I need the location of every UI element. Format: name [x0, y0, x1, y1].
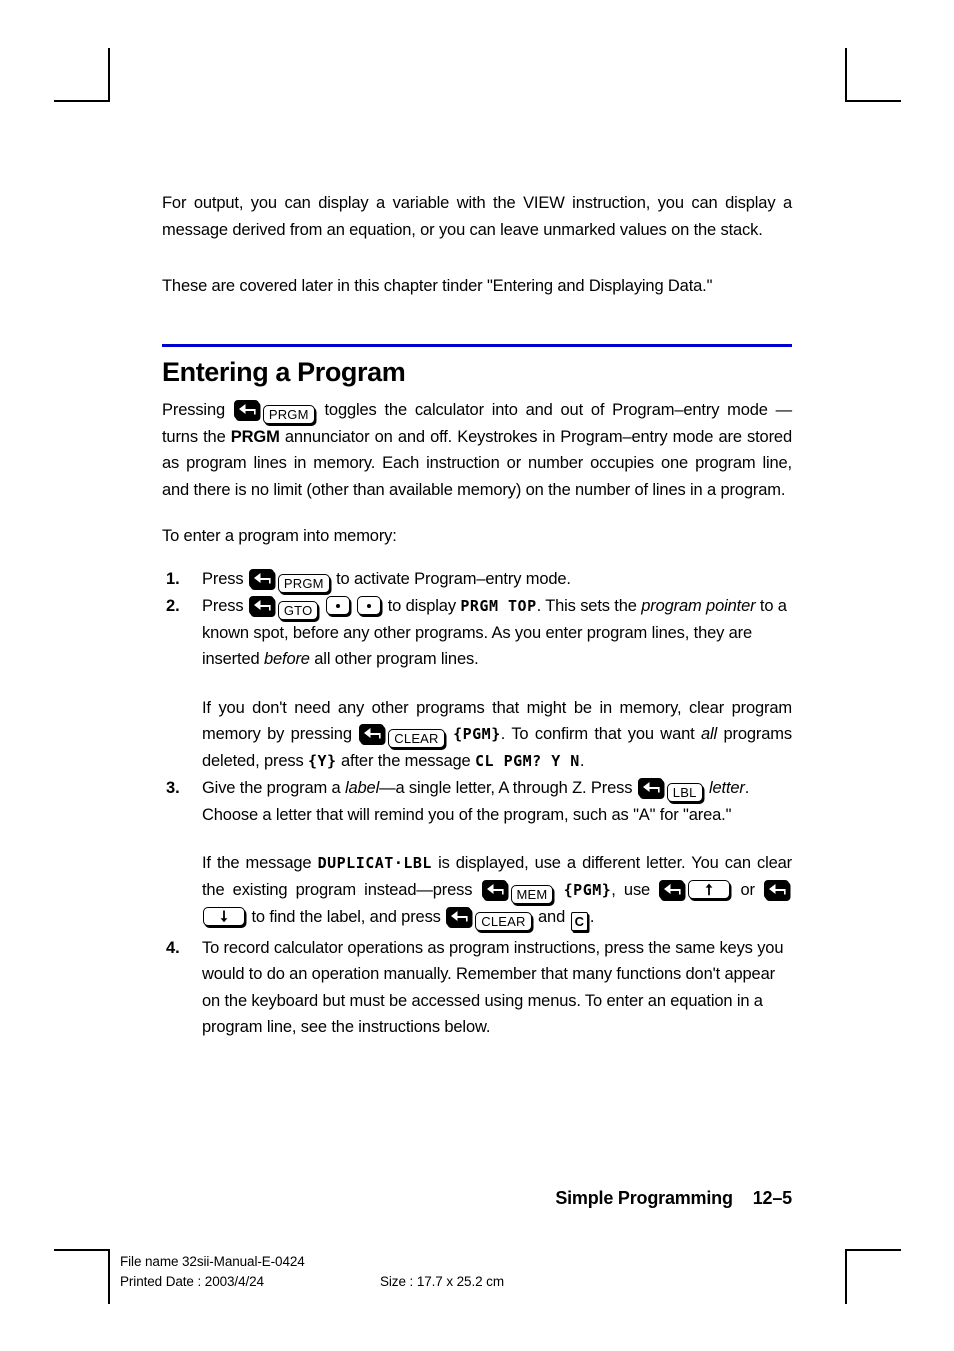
intro-paragraph-2: These are covered later in this chapter … — [162, 277, 713, 295]
step3-sub-text-1: If the message — [202, 854, 312, 872]
left-shift-key-icon[interactable] — [481, 879, 507, 899]
step-number: 4. — [166, 938, 180, 957]
step2-sub-text-5: . — [579, 752, 585, 770]
step3-sub-text-3: , use — [611, 880, 651, 899]
page-title: Entering a Program — [162, 356, 406, 387]
label-emphasis: label — [344, 778, 380, 797]
step3-subparagraph: If the message DUPLICAT·LBL is displayed… — [202, 850, 792, 931]
crop-mark-top-right-horizontal — [845, 100, 901, 102]
step3-sub-text-6: and — [538, 907, 566, 926]
production-footer: File name 32sii-Manual-E-0424 Printed Da… — [120, 1252, 504, 1292]
left-shift-key-icon[interactable] — [764, 879, 790, 899]
clear-key[interactable]: CLEAR — [475, 911, 532, 931]
production-file-name: File name 32sii-Manual-E-0424 — [120, 1254, 305, 1269]
steps-list: 1. Press PRGM to activate Program–entry … — [162, 566, 792, 1041]
crop-mark-top-left-horizontal — [54, 100, 110, 102]
decimal-point-key[interactable] — [325, 595, 350, 615]
step-number: 1. — [166, 569, 180, 588]
left-shift-key-icon[interactable] — [248, 595, 274, 615]
step2-subparagraph: If you don't need any other programs tha… — [202, 695, 792, 775]
mem-key[interactable]: MEM — [510, 884, 554, 904]
program-pointer-emphasis: program pointer — [641, 596, 756, 615]
lbl-key[interactable]: LBL — [666, 782, 703, 802]
left-shift-key-icon[interactable] — [446, 906, 472, 926]
crop-mark-bottom-left-vertical — [108, 1250, 110, 1304]
production-footer-row-2: Printed Date : 2003/4/24 Size : 17.7 x 2… — [120, 1272, 504, 1292]
all-emphasis: all — [701, 725, 718, 743]
letter-emphasis: letter — [708, 778, 745, 797]
step2-text-3: . This sets the — [536, 596, 637, 615]
lcd-pgm-menu: {PGM} — [453, 725, 501, 743]
step3-sub-text-4: or — [740, 880, 755, 899]
lcd-pgm-menu: {PGM} — [563, 880, 612, 899]
left-shift-key-icon[interactable] — [637, 777, 663, 797]
step-number: 2. — [166, 596, 180, 615]
crop-mark-top-right-vertical — [845, 48, 847, 102]
crop-mark-bottom-right-horizontal — [845, 1249, 901, 1251]
footer-chapter-title: Simple Programming — [555, 1188, 733, 1208]
step1-text-2: to activate Program–entry mode. — [336, 569, 571, 588]
step3-text-1: Give the program a — [202, 778, 341, 797]
step2-sub-text-2: . To confirm that you want — [500, 725, 695, 743]
step3-sub-text-7: . — [589, 907, 595, 926]
list-item: 2. Press GTO to display PRGM TOP. This s… — [162, 593, 792, 775]
step3-text-2: —a single letter, A through Z. Press — [379, 778, 633, 797]
page-content: For output, you can display a variable w… — [162, 190, 792, 1041]
list-intro-text: To enter a program into memory: — [162, 527, 397, 545]
step1-text-1: Press — [202, 569, 244, 588]
lcd-prgm-top: PRGM TOP — [460, 596, 537, 615]
lcd-y-key: {Y} — [308, 752, 337, 770]
page-footer: Simple Programming 12–5 — [162, 1188, 792, 1209]
footer-page-number: 12–5 — [752, 1188, 792, 1208]
up-arrow-key[interactable] — [688, 879, 731, 899]
left-shift-key-icon[interactable] — [659, 879, 685, 899]
step3-sub-text-5: to find the label, and press — [251, 907, 441, 926]
step-number: 3. — [166, 778, 180, 797]
section-intro-text-1: Pressing — [162, 400, 225, 419]
lcd-duplicat-lbl: DUPLICAT·LBL — [317, 854, 432, 872]
section-intro-paragraph: Pressing PRGM toggles the calculator int… — [162, 397, 792, 504]
list-item: 3. Give the program a label—a single let… — [162, 775, 792, 931]
crop-mark-bottom-left-horizontal — [54, 1249, 110, 1251]
production-printed-date: Printed Date : 2003/4/24 — [120, 1274, 264, 1289]
left-shift-key-icon[interactable] — [359, 724, 385, 743]
step-body: Press GTO to display PRGM TOP. This sets… — [202, 595, 792, 775]
prgm-annunciator-label: PRGM — [230, 427, 280, 446]
c-key[interactable]: C — [570, 911, 588, 931]
before-emphasis: before — [263, 650, 310, 668]
step2-sub-text-4: after the message — [341, 752, 471, 770]
list-item: 4. To record calculator operations as pr… — [162, 935, 792, 1041]
production-size: Size : 17.7 x 25.2 cm — [380, 1274, 504, 1289]
step2-text-1: Press — [202, 596, 244, 615]
left-shift-key-icon[interactable] — [248, 568, 274, 588]
step2-text-5: all other program lines. — [314, 650, 479, 668]
step2-text-2: to display — [387, 596, 456, 615]
decimal-point-key[interactable] — [357, 595, 382, 615]
left-shift-key-icon[interactable] — [233, 399, 259, 419]
prgm-key[interactable]: PRGM — [262, 404, 315, 424]
clear-key[interactable]: CLEAR — [388, 729, 445, 748]
gto-key[interactable]: GTO — [277, 600, 319, 620]
intro-paragraph-1: For output, you can display a variable w… — [162, 194, 792, 239]
section-rule — [162, 343, 792, 347]
down-arrow-key[interactable] — [203, 906, 245, 926]
step-body: Press PRGM to activate Program–entry mod… — [202, 568, 571, 593]
prgm-key[interactable]: PRGM — [277, 573, 330, 593]
step-body: To record calculator operations as progr… — [202, 938, 784, 1037]
crop-mark-bottom-right-vertical — [845, 1250, 847, 1304]
step-body: Give the program a label—a single letter… — [202, 777, 792, 931]
lcd-cl-pgm-prompt: CL PGM? Y N — [475, 752, 580, 770]
list-item: 1. Press PRGM to activate Program–entry … — [162, 566, 792, 593]
crop-mark-top-left-vertical — [108, 48, 110, 102]
